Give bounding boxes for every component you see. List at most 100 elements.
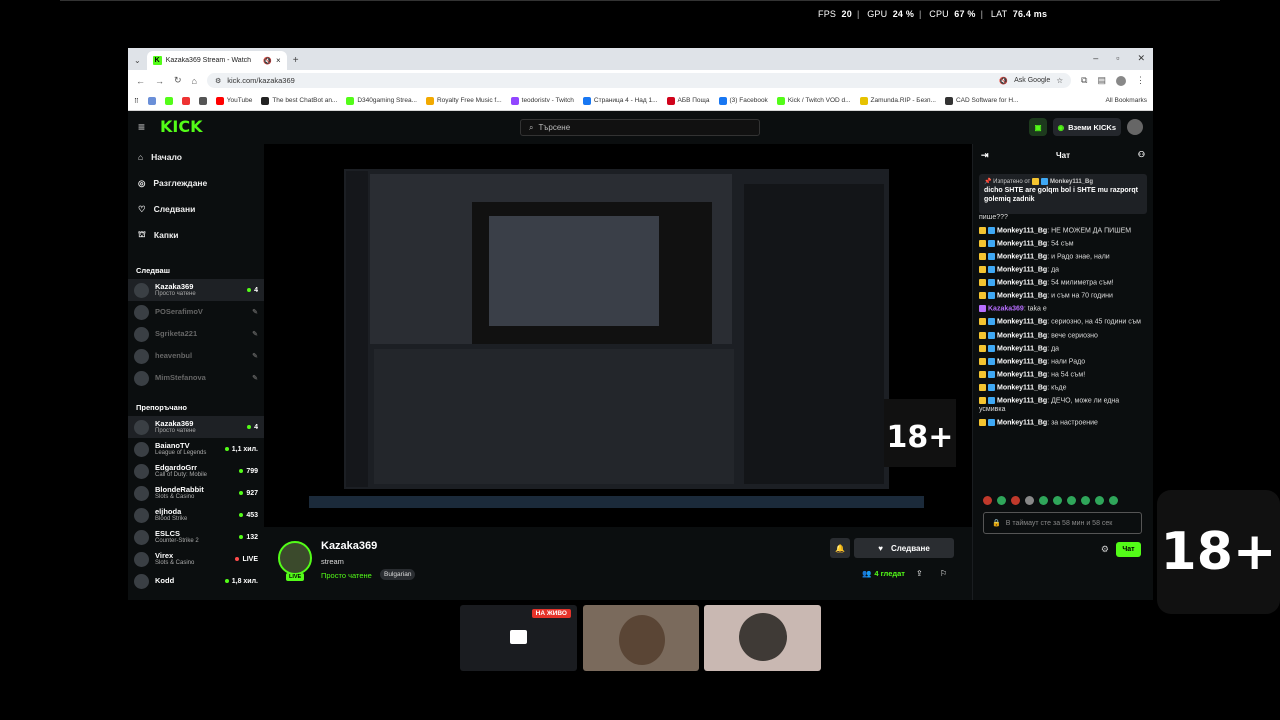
emote-icon[interactable] <box>1081 496 1090 505</box>
share-icon[interactable]: ⇪ <box>916 569 923 578</box>
emote-icon[interactable] <box>1067 496 1076 505</box>
user-avatar[interactable] <box>1127 119 1143 135</box>
close-window-icon[interactable]: ✕ <box>1137 53 1145 64</box>
chat-username[interactable]: Monkey111_Bg <box>997 319 1047 326</box>
following-channel[interactable]: POSerafimoV ✎ <box>128 301 264 323</box>
bookmark-item[interactable]: YouTube <box>215 96 252 105</box>
chat-username[interactable]: Monkey111_Bg <box>997 279 1047 286</box>
hamburger-menu-icon[interactable]: ≡ <box>138 120 145 134</box>
chat-users-icon[interactable]: ⚇ <box>1138 150 1145 159</box>
menu-dots-icon[interactable]: ⋮ <box>1136 75 1145 86</box>
following-channel[interactable]: MimStefanova ✎ <box>128 367 264 389</box>
reload-icon[interactable]: ↻ <box>174 75 182 86</box>
chat-username[interactable]: Kazaka369 <box>988 306 1024 313</box>
back-icon[interactable]: ← <box>136 76 145 86</box>
chat-username[interactable]: Monkey111_Bg <box>997 227 1047 234</box>
thumbnail-camera-1[interactable] <box>583 605 699 671</box>
bookmark-item[interactable]: CAD Software for H... <box>944 96 1018 105</box>
bookmark-item[interactable]: teodoristv - Twitch <box>510 96 574 105</box>
chat-username[interactable]: Monkey111_Bg <box>997 345 1047 352</box>
notification-bell-icon[interactable]: 🔔 <box>830 538 850 558</box>
emote-icon[interactable] <box>1025 496 1034 505</box>
mute-icon[interactable]: 🔇 <box>263 57 272 65</box>
emote-icon[interactable] <box>1109 496 1118 505</box>
chat-username[interactable]: Monkey111_Bg <box>997 397 1047 404</box>
emote-icon[interactable] <box>983 496 992 505</box>
bookmark-item[interactable]: Kick / Twitch VOD d... <box>776 96 851 105</box>
minimize-icon[interactable]: – <box>1093 53 1098 64</box>
tab-search-icon[interactable]: ⌄ <box>134 56 141 65</box>
sidepanel-icon[interactable]: ▤ <box>1097 75 1106 86</box>
chat-username[interactable]: Monkey111_Bg <box>997 293 1047 300</box>
thumbnail-camera-2[interactable] <box>704 605 821 671</box>
recommended-channel[interactable]: eljhoda Blood Strike 453 <box>128 504 264 526</box>
emote-icon[interactable] <box>1053 496 1062 505</box>
follow-button[interactable]: ♥ Следване <box>854 538 954 558</box>
maximize-icon[interactable]: ▫ <box>1116 53 1119 64</box>
forward-icon[interactable]: → <box>155 76 164 86</box>
sound-icon[interactable]: 🔇 <box>999 77 1008 85</box>
collapse-chat-icon[interactable]: ⇥ <box>981 150 989 161</box>
bookmark-icon-1[interactable] <box>147 96 156 105</box>
bookmark-item[interactable]: АБВ Поща <box>666 96 710 105</box>
recommended-channel[interactable]: EdgardoGrr Call of Duty: Mobile 799 <box>128 460 264 482</box>
emote-icon[interactable] <box>1011 496 1020 505</box>
emote-icon[interactable] <box>1095 496 1104 505</box>
site-info-icon[interactable]: ⚙ <box>215 77 221 85</box>
nav-browse[interactable]: ◎ Разглеждане <box>128 170 264 196</box>
streamer-name[interactable]: Kazaka369 <box>321 540 377 552</box>
stream-category[interactable]: Просто чатене <box>321 571 372 580</box>
chat-username[interactable]: Monkey111_Bg <box>997 358 1047 365</box>
extensions-icon[interactable]: ⧉ <box>1081 75 1087 86</box>
emote-icon[interactable] <box>997 496 1006 505</box>
gift-icon[interactable]: ▣ <box>1029 118 1047 136</box>
chat-settings-icon[interactable]: ⚙ <box>1101 544 1109 555</box>
chat-send-button[interactable]: Чат <box>1116 542 1141 557</box>
recommended-channel[interactable]: BaianoTV League of Legends 1,1 хил. <box>128 438 264 460</box>
bookmark-item[interactable]: D340gaming Strea... <box>346 96 417 105</box>
kick-logo[interactable]: KICK <box>160 117 203 136</box>
chat-username[interactable]: Monkey111_Bg <box>997 240 1047 247</box>
following-channel[interactable]: Sgriketa221 ✎ <box>128 323 264 345</box>
bookmark-icon-4[interactable] <box>198 96 207 105</box>
recommended-channel[interactable]: BlondeRabbit Slots & Casino 927 <box>128 482 264 504</box>
video-player[interactable]: 18+ <box>264 144 972 527</box>
following-channel[interactable]: heavenbul ✎ <box>128 345 264 367</box>
apps-grid-icon[interactable]: ⠿ <box>134 97 139 105</box>
bookmark-star-icon[interactable]: ☆ <box>1056 76 1063 85</box>
bookmark-item[interactable]: Royalty Free Music f... <box>425 96 502 105</box>
profile-avatar-icon[interactable] <box>1116 75 1126 86</box>
bookmark-item[interactable]: Страница 4 - Над 1... <box>582 96 658 105</box>
nav-drops[interactable]: ⛫ Капки <box>128 222 264 248</box>
thumbnail-screen-share[interactable]: НА ЖИВО <box>460 605 577 671</box>
search-input[interactable]: ⌕ Търсене <box>520 119 760 136</box>
url-field[interactable]: ⚙ kick.com/kazaka369 🔇 Ask Google ☆ <box>206 73 1072 88</box>
recommended-channel[interactable]: Kazaka369 Просто чатене 4 <box>128 416 264 438</box>
streamer-avatar[interactable] <box>278 541 312 575</box>
bookmark-icon-2[interactable] <box>164 96 173 105</box>
emote-icon[interactable] <box>1039 496 1048 505</box>
language-tag[interactable]: Bulgarian <box>380 569 416 580</box>
bookmark-item[interactable]: (3) Facebook <box>718 96 768 105</box>
bookmark-item[interactable]: The best ChatBot an... <box>261 96 337 105</box>
home-icon[interactable]: ⌂ <box>192 76 197 86</box>
new-tab-button[interactable]: + <box>293 55 299 66</box>
bookmark-item[interactable]: Zamunda.RIP - Безп... <box>859 96 936 105</box>
chat-username[interactable]: Monkey111_Bg <box>997 253 1047 260</box>
get-kicks-button[interactable]: ◉ Вземи KICKs <box>1052 118 1121 136</box>
ask-google-button[interactable]: Ask Google <box>1014 77 1050 84</box>
report-icon[interactable]: ⚐ <box>940 569 947 578</box>
nav-home[interactable]: ⌂ Начало <box>128 144 264 170</box>
bookmark-icon-3[interactable] <box>181 96 190 105</box>
recommended-channel[interactable]: ESLCS Counter-Strike 2 132 <box>128 526 264 548</box>
recommended-channel[interactable]: Kodd 1,8 хил. <box>128 570 264 592</box>
chat-username[interactable]: Monkey111_Bg <box>997 384 1047 391</box>
chat-username[interactable]: Monkey111_Bg <box>997 371 1047 378</box>
chat-input[interactable]: 🔒 В таймаут сте за 58 мин и 58 сек <box>983 512 1142 534</box>
close-tab-icon[interactable]: × <box>276 56 281 65</box>
following-channel[interactable]: Kazaka369 Просто чатене 4 <box>128 279 264 301</box>
chat-username[interactable]: Monkey111_Bg <box>997 332 1047 339</box>
chat-username[interactable]: Monkey111_Bg <box>997 419 1047 426</box>
chat-username[interactable]: Monkey111_Bg <box>997 266 1047 273</box>
recommended-channel[interactable]: Virex Slots & Casino LIVE <box>128 548 264 570</box>
